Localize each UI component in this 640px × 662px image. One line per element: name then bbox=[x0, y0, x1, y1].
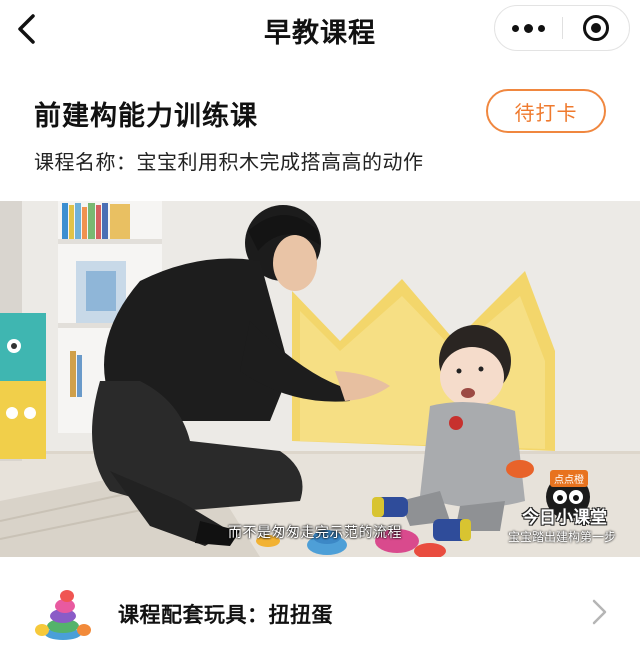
checkin-status-button[interactable]: 待打卡 bbox=[486, 89, 606, 133]
more-dots-icon bbox=[512, 24, 519, 32]
brand-logo-text: 今日小课堂 bbox=[522, 508, 607, 528]
navigation-bar: 早教课程 bbox=[0, 0, 640, 58]
more-dots-icon bbox=[524, 23, 533, 33]
brand-tag: 点点橙 bbox=[550, 470, 588, 487]
course-video[interactable]: 点点橙 今日小课堂 而不是匆匆走完示范的流程 宝宝踏出建构第一步 bbox=[0, 201, 640, 557]
course-title: 前建构能力训练课 bbox=[34, 101, 258, 132]
chevron-right-icon bbox=[588, 597, 610, 627]
course-name-text: 课程名称：宝宝利用积木完成搭高高的动作 bbox=[34, 150, 424, 174]
more-dots-icon bbox=[538, 24, 545, 32]
companion-toy-label: 课程配套玩具：扭扭蛋 bbox=[118, 603, 333, 627]
stacking-toy-icon bbox=[32, 586, 94, 642]
brand-slogan: 宝宝踏出建构第一步 bbox=[508, 530, 617, 544]
video-subtitle: 而不是匆匆走完示范的流程 bbox=[228, 525, 402, 541]
mini-program-capsule bbox=[494, 5, 630, 51]
more-button[interactable] bbox=[495, 6, 562, 50]
close-button[interactable] bbox=[563, 6, 629, 50]
companion-toy-row[interactable]: 课程配套玩具：扭扭蛋 bbox=[0, 570, 640, 656]
target-close-icon bbox=[582, 15, 609, 41]
